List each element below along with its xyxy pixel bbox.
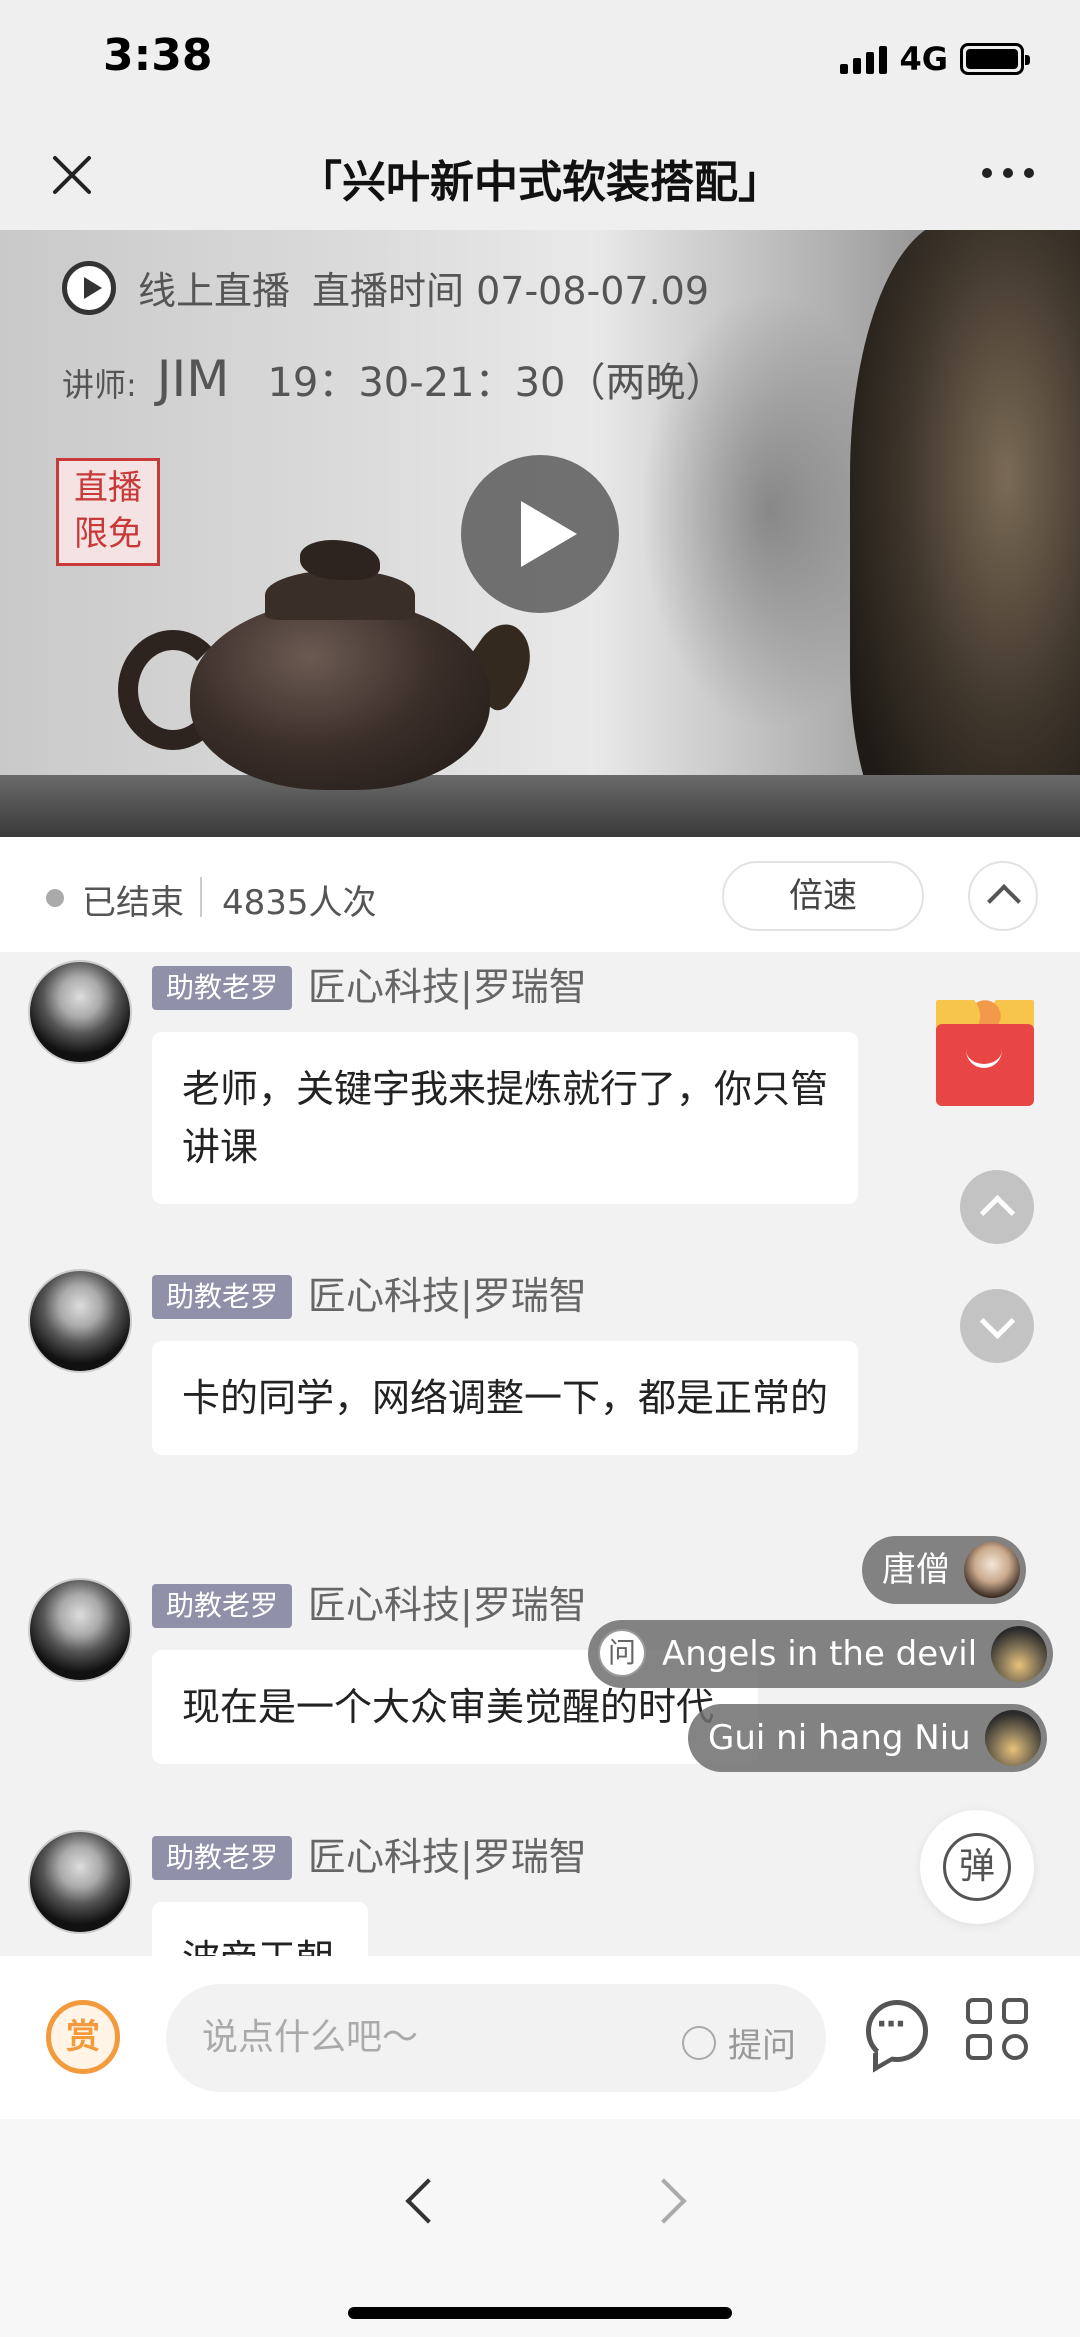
avatar[interactable] [28,1830,132,1934]
avatar[interactable] [28,960,132,1064]
browser-nav-bar [0,2119,1080,2337]
ask-label: 提问 [728,2026,796,2066]
comment-icon[interactable] [866,2000,928,2062]
chevron-left-icon[interactable] [400,2177,440,2217]
danmu-toggle-label: 弹 [943,1833,1011,1901]
chevron-down-icon[interactable] [960,1289,1034,1363]
table-surface [0,775,1080,837]
danmu-text: Angels in the devil [662,1634,978,1674]
live-status: 已结束 [82,883,184,923]
page-title: 「兴叶新中式软装搭配」 [298,157,782,208]
live-label: 线上直播 [138,269,291,313]
danmu-bubble: 唐僧 [862,1536,1026,1604]
sender-name: 匠心科技|罗瑞智 [308,1835,587,1879]
role-badge: 助教老罗 [152,1275,293,1319]
radio-icon[interactable] [682,2025,716,2060]
avatar [984,1710,1041,1766]
home-indicator[interactable] [348,2307,732,2319]
status-dot [46,889,64,907]
live-time-label: 直播时间 07-08-07.09 [312,269,710,313]
teapot-knob [300,540,380,580]
free-live-seal: 直播 限免 [56,458,160,566]
status-bar: 3:38 4G [0,0,1080,120]
status-time: 3:38 [103,30,213,81]
battery-icon [960,43,1030,75]
video-player[interactable]: 线上直播 直播时间 07-08-07.09 讲师: JIM 19：30-21：3… [0,230,1080,837]
network-label: 4G [899,40,948,78]
live-info-line: 线上直播 直播时间 07-08-07.09 [62,260,709,315]
danmu-text: Gui ni hang Niu [708,1718,971,1758]
grid-icon[interactable] [966,1998,1028,2060]
play-icon[interactable] [461,455,619,613]
play-circle-icon [62,260,116,315]
question-badge: 问 [598,1628,646,1677]
sender-name: 匠心科技|罗瑞智 [308,1274,587,1318]
sender-name: 匠心科技|罗瑞智 [308,1583,587,1627]
avatar[interactable] [28,1269,132,1373]
lecturer-line: 讲师: JIM 19：30-21：30（两晚） [62,350,725,408]
scholar-rock-image [850,230,1080,837]
lecturer-name: JIM [156,350,230,408]
view-count: 4835人次 [222,883,377,923]
role-badge: 助教老罗 [152,966,293,1010]
danmu-bubble: 问 Angels in the devil [588,1620,1054,1688]
avatar[interactable] [28,1578,132,1682]
message-bubble: 卡的同学，网络调整一下，都是正常的 [152,1341,858,1455]
role-badge: 助教老罗 [152,1836,293,1880]
danmu-bubble: Gui ni hang Niu [688,1704,1047,1772]
avatar [964,1542,1020,1598]
collapse-video-button[interactable] [968,861,1038,931]
more-icon[interactable] [978,158,1038,188]
role-badge: 助教老罗 [152,1584,293,1628]
nav-bar: 「兴叶新中式软装搭配」 [0,120,1080,230]
chevron-right-icon[interactable] [648,2177,688,2217]
sender-name: 匠心科技|罗瑞智 [308,965,587,1009]
message-bubble: 波帝王朝 [152,1902,368,1956]
playback-speed-button[interactable]: 倍速 [722,861,924,931]
playback-info-bar: 已结束 4835人次 倍速 [0,837,1080,952]
lecturer-label: 讲师: [62,366,137,404]
seal-line-2: 限免 [74,514,142,554]
ask-question-toggle[interactable]: 提问 [682,2018,796,2067]
gift-icon[interactable] [932,1000,1038,1112]
input-bar: 赏 说点什么吧～ 提问 [0,1956,1080,2119]
divider [200,877,202,917]
reward-button[interactable]: 赏 [46,2000,120,2074]
danmu-text: 唐僧 [882,1550,950,1590]
avatar [991,1626,1048,1682]
danmu-toggle-button[interactable]: 弹 [920,1810,1034,1924]
seal-line-1: 直播 [74,468,142,508]
signal-icon [840,44,888,74]
chevron-up-icon[interactable] [960,1170,1034,1244]
session-time: 19：30-21：30（两晚） [267,360,726,406]
status-indicators: 4G [840,40,1030,78]
chat-list[interactable]: 助教老罗 匠心科技|罗瑞智 老师，关键字我来提炼就行了，你只管讲课 助教老罗 匠… [0,952,1080,1956]
message-bubble: 老师，关键字我来提炼就行了，你只管讲课 [152,1032,858,1204]
teapot-image [190,600,490,790]
